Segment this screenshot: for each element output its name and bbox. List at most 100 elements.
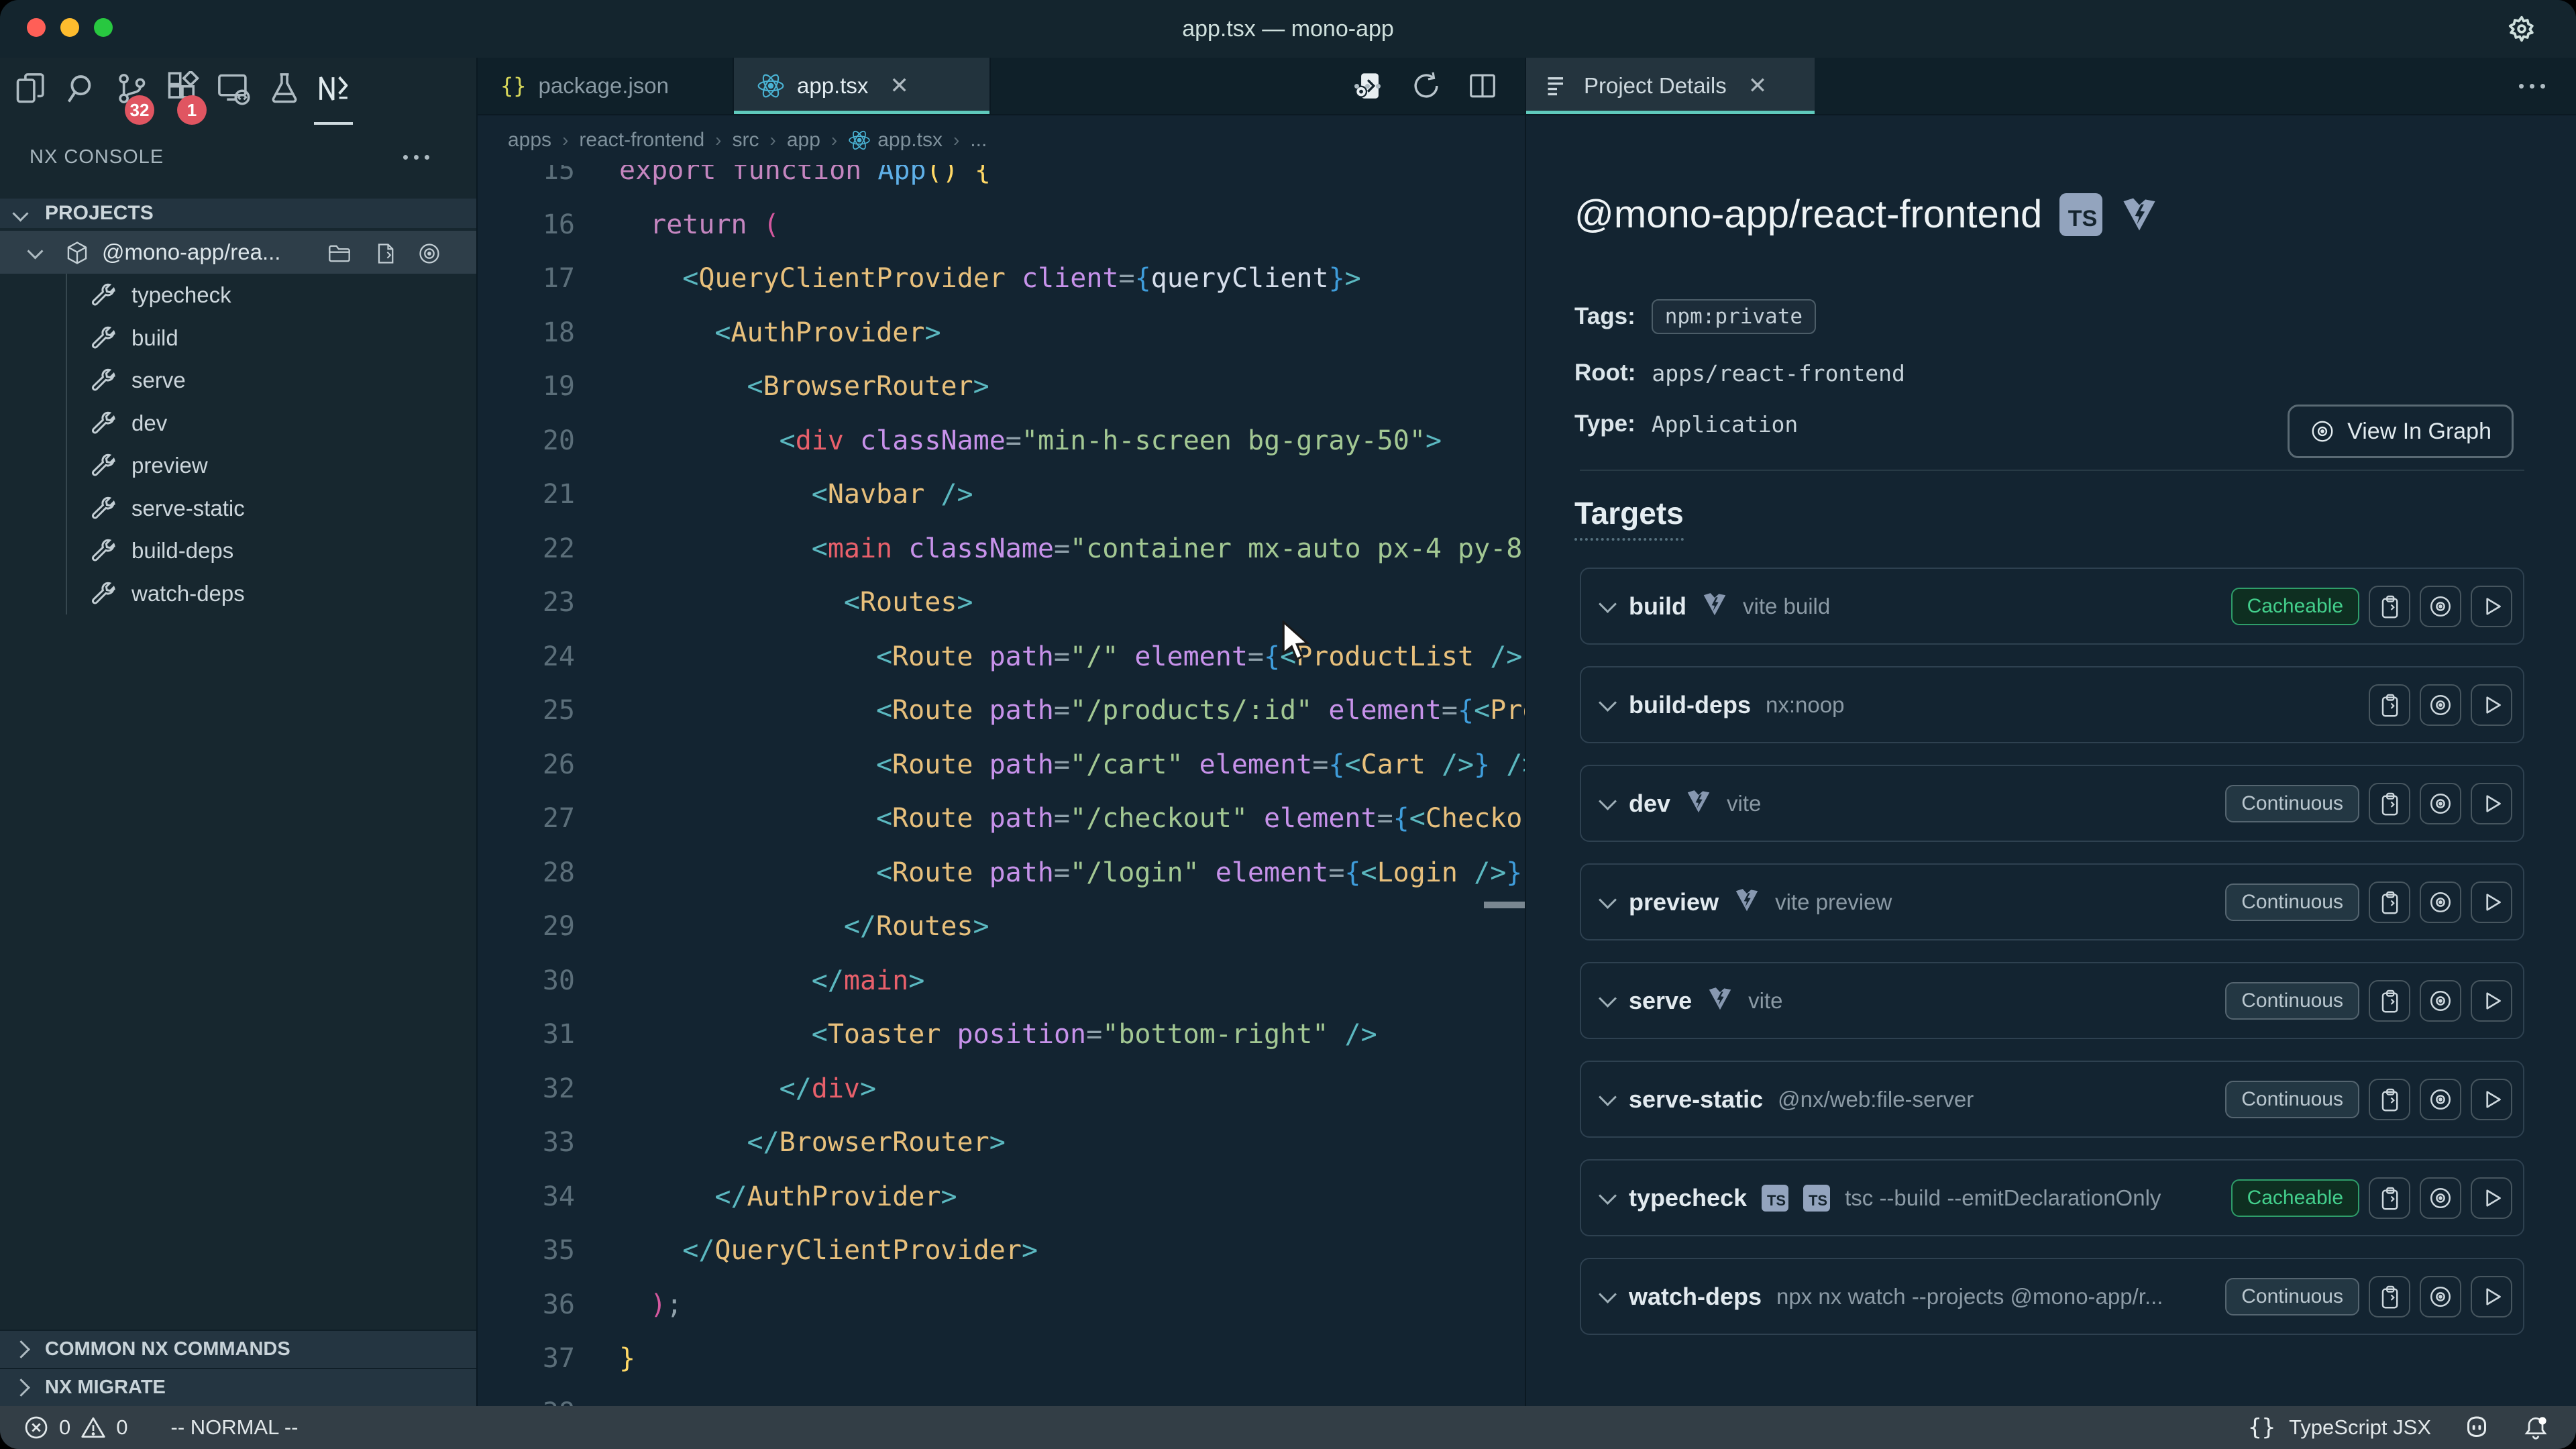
- chevron-down-icon[interactable]: [1599, 891, 1617, 909]
- copy-task-button[interactable]: [2369, 881, 2410, 923]
- language-mode[interactable]: {} TypeScript JSX: [2248, 1414, 2431, 1441]
- close-tab-icon[interactable]: ✕: [890, 72, 909, 99]
- copilot-icon[interactable]: [2463, 1414, 2490, 1441]
- copy-task-button[interactable]: [2369, 980, 2410, 1022]
- target-card-watch-deps[interactable]: watch-depsnpx nx watch --projects @mono-…: [1580, 1258, 2524, 1335]
- wrench-icon: [90, 282, 117, 309]
- refresh-icon[interactable]: [1411, 70, 1442, 101]
- copy-task-button[interactable]: [2369, 1079, 2410, 1120]
- breadcrumbs: apps›react-frontend›src›app›app.tsx›...: [478, 115, 1525, 165]
- remote-explorer-icon[interactable]: [216, 71, 251, 106]
- run-target-button[interactable]: [2471, 980, 2512, 1022]
- wrench-icon: [90, 367, 117, 394]
- tab-package-json[interactable]: {} package.json: [478, 58, 734, 114]
- testing-beaker-icon[interactable]: [267, 71, 302, 106]
- run-target-button[interactable]: [2471, 586, 2512, 627]
- view-target-button[interactable]: [2420, 684, 2461, 726]
- open-folder-icon[interactable]: [327, 241, 352, 266]
- view-in-graph-button[interactable]: View In Graph: [2288, 405, 2514, 458]
- run-target-button[interactable]: [2471, 1079, 2512, 1120]
- breadcrumb-item[interactable]: src: [733, 129, 759, 152]
- settings-gear-icon[interactable]: [2506, 13, 2537, 44]
- view-graph-target-icon[interactable]: [417, 241, 441, 266]
- panel-more-actions-icon[interactable]: [2519, 67, 2545, 105]
- project-tree-item[interactable]: @mono-app/rea...: [0, 231, 476, 274]
- tab-app-tsx[interactable]: app.tsx ✕: [734, 58, 991, 114]
- section-common-nx-commands[interactable]: COMMON NX COMMANDS: [0, 1330, 476, 1368]
- tree-target-build-deps[interactable]: build-deps: [0, 529, 476, 572]
- tree-target-serve-static[interactable]: serve-static: [0, 487, 476, 530]
- vim-mode-indicator[interactable]: -- NORMAL --: [171, 1415, 299, 1440]
- run-target-button[interactable]: [2471, 1177, 2512, 1219]
- target-command: tsc --build --emitDeclarationOnly: [1845, 1185, 2161, 1211]
- projects-section-header[interactable]: PROJECTS: [0, 199, 476, 228]
- run-target-button[interactable]: [2471, 881, 2512, 923]
- view-target-button[interactable]: [2420, 1079, 2461, 1120]
- view-target-button[interactable]: [2420, 783, 2461, 824]
- target-card-dev[interactable]: devviteContinuous: [1580, 765, 2524, 842]
- project-label: @mono-app/rea...: [102, 231, 280, 274]
- code-line-text: <main className="container mx-auto px-4 …: [619, 522, 1525, 576]
- tree-target-preview[interactable]: preview: [0, 444, 476, 487]
- line-number: 15: [478, 165, 575, 197]
- tree-target-typecheck[interactable]: typecheck: [0, 274, 476, 317]
- problems-status[interactable]: 0 0: [23, 1414, 128, 1441]
- copy-task-button[interactable]: [2369, 1177, 2410, 1219]
- sidebar-more-actions-icon[interactable]: [403, 138, 429, 176]
- run-target-button[interactable]: [2471, 684, 2512, 726]
- breadcrumb-separator: ›: [562, 129, 568, 151]
- open-config-file-icon[interactable]: [373, 241, 397, 266]
- code-line-26: 26<Route path="/cart" element={<Cart />}…: [478, 738, 1525, 792]
- breadcrumb-item[interactable]: ...: [970, 129, 987, 152]
- split-editor-icon[interactable]: [1467, 70, 1498, 101]
- tree-target-serve[interactable]: serve: [0, 359, 476, 402]
- code-line-text: <Toaster position="bottom-right" />: [619, 1008, 1377, 1061]
- tree-target-build[interactable]: build: [0, 317, 476, 360]
- code-line-text: <AuthProvider>: [619, 306, 941, 360]
- nx-console-icon[interactable]: [317, 71, 352, 106]
- breadcrumb-item[interactable]: app.tsx: [848, 129, 943, 152]
- view-target-button[interactable]: [2420, 1276, 2461, 1318]
- run-target-button[interactable]: [2471, 1276, 2512, 1318]
- breadcrumb-item[interactable]: app: [787, 129, 820, 152]
- copy-task-button[interactable]: [2369, 783, 2410, 824]
- chevron-down-icon[interactable]: [1599, 1088, 1617, 1106]
- tree-target-label: watch-deps: [131, 572, 245, 615]
- copy-task-button[interactable]: [2369, 586, 2410, 627]
- workbench: 32 1 NX CONSOLE PROJECTS @mono-app/rea..…: [0, 58, 2576, 1406]
- targets-heading: Targets: [1574, 495, 1684, 541]
- target-card-serve-static[interactable]: serve-static@nx/web:file-serverContinuou…: [1580, 1061, 2524, 1138]
- breadcrumb-item[interactable]: react-frontend: [579, 129, 704, 152]
- chevron-down-icon[interactable]: [1599, 792, 1617, 810]
- tree-target-dev[interactable]: dev: [0, 402, 476, 445]
- chevron-down-icon[interactable]: [1599, 1187, 1617, 1205]
- explorer-icon[interactable]: [13, 71, 48, 106]
- tab-project-details[interactable]: Project Details ✕: [1526, 58, 1815, 114]
- view-target-button[interactable]: [2420, 586, 2461, 627]
- code-line-text: export function App() {: [619, 165, 991, 197]
- target-card-typecheck[interactable]: typecheckTSTStsc --build --emitDeclarati…: [1580, 1159, 2524, 1236]
- target-card-build[interactable]: buildvite buildCacheable: [1580, 568, 2524, 645]
- breadcrumb-item[interactable]: apps: [508, 129, 551, 152]
- close-panel-icon[interactable]: ✕: [1748, 72, 1768, 99]
- tree-target-watch-deps[interactable]: watch-deps: [0, 572, 476, 615]
- view-target-button[interactable]: [2420, 881, 2461, 923]
- chevron-down-icon[interactable]: [1599, 1285, 1617, 1303]
- chevron-down-icon[interactable]: [1599, 989, 1617, 1008]
- run-target-button[interactable]: [2471, 783, 2512, 824]
- target-card-preview[interactable]: previewvite previewContinuous: [1580, 863, 2524, 941]
- code-editor[interactable]: 15export function App() {16return (17<Qu…: [478, 165, 1525, 1406]
- search-icon[interactable]: [64, 71, 99, 106]
- copy-task-button[interactable]: [2369, 684, 2410, 726]
- view-target-button[interactable]: [2420, 980, 2461, 1022]
- chevron-down-icon[interactable]: [1599, 694, 1617, 712]
- editor-more-actions-icon[interactable]: [1354, 67, 1381, 105]
- target-card-build-deps[interactable]: build-depsnx:noop: [1580, 666, 2524, 743]
- view-target-button[interactable]: [2420, 1177, 2461, 1219]
- chevron-down-icon[interactable]: [1599, 595, 1617, 613]
- panel-tab-bar: Project Details ✕: [1526, 58, 2576, 115]
- target-card-serve[interactable]: serveviteContinuous: [1580, 962, 2524, 1039]
- notifications-bell-icon[interactable]: [2522, 1414, 2549, 1441]
- section-nx-migrate[interactable]: NX MIGRATE: [0, 1368, 476, 1406]
- copy-task-button[interactable]: [2369, 1276, 2410, 1318]
